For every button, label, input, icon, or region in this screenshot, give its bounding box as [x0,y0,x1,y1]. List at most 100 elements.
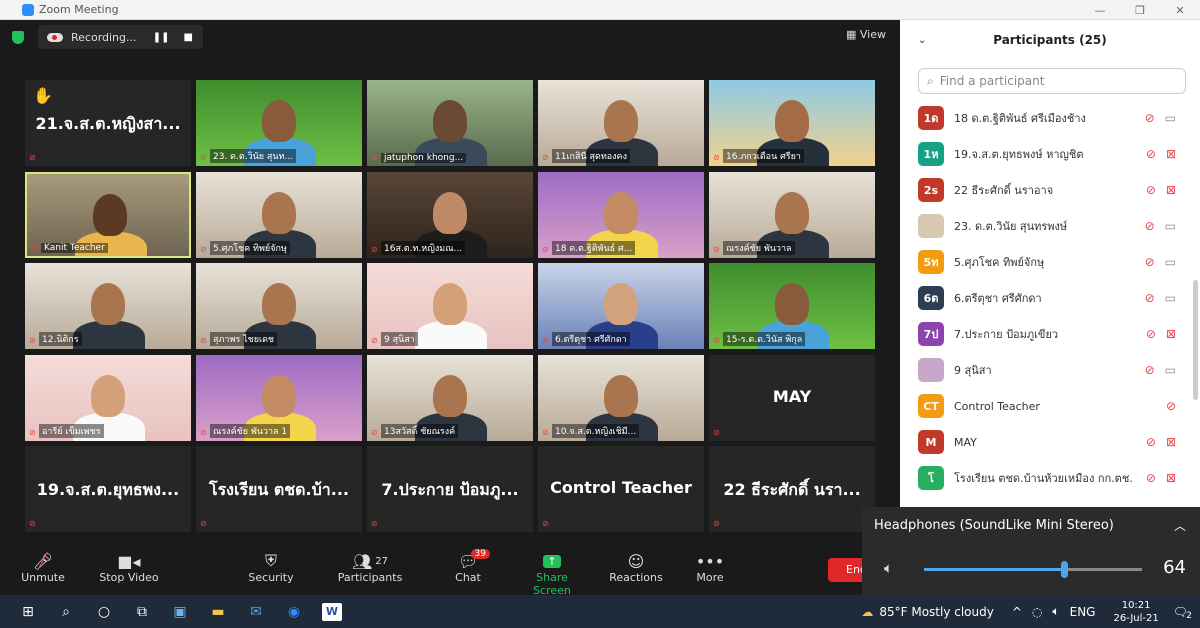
volume-icon[interactable]: 🔈︎ [1052,604,1059,619]
share-screen-button[interactable]: ↑ Share Screen [516,551,588,597]
video-off-icon[interactable]: ⊠ [1166,327,1176,341]
participant-row[interactable]: 23. ด.ต.วินัย สุนทรพงษ์ ⊘ ▭ [900,208,1190,244]
video-tile[interactable]: ⊘ 16ส.ต.ท.หญิงมณ... [367,171,533,258]
video-off-icon[interactable]: ⊠ [1166,183,1176,197]
search-icon[interactable]: ⌕ [56,603,76,621]
participant-row[interactable]: โ โรงเรียน ตชด.บ้านห้วยเหมือง กก.ตช... ⊘ ⊠ [900,460,1190,496]
chevron-down-icon[interactable]: ⌄ [918,35,926,46]
notification-icon[interactable]: 🗨︎ 2 [1173,605,1192,621]
participant-name: Control Teacher [954,399,1040,413]
video-camera-icon[interactable]: ▭ [1165,219,1176,233]
video-tile[interactable]: ⊘ 23. ด.ต.วินัย สุนท... [196,80,362,166]
video-camera-icon[interactable]: ▭ [1165,363,1176,377]
participant-row[interactable]: 6ต 6.ตรีตุชา ศรีศักดา ⊘ ▭ [900,280,1190,316]
participants-button[interactable]: 👥︎ 27 Participants [336,551,404,585]
shield-icon[interactable] [12,31,24,44]
video-tile[interactable]: MAY ⊘ [709,354,875,441]
cortana-icon[interactable]: ○ [94,603,114,621]
store-icon[interactable]: ▣ [170,603,190,621]
participant-row[interactable]: 9 สุนิสา ⊘ ▭ [900,352,1190,388]
muted-mic-icon[interactable]: ⊘ [1145,291,1155,305]
muted-mic-icon[interactable]: ⊘ [1145,363,1155,377]
end-meeting-button[interactable]: End [828,558,864,582]
maximize-button[interactable]: ❐ [1120,0,1160,20]
video-off-icon[interactable]: ⊠ [1166,435,1176,449]
participant-row[interactable]: 5ท 5.ศุภโชค ทิพย์จักษุ ⊘ ▭ [900,244,1190,280]
file-explorer-icon[interactable]: ▬ [208,603,228,621]
more-button[interactable]: ••• More [690,551,730,585]
avatar: โ [918,466,944,490]
windows-start-icon[interactable]: ⊞ [18,603,38,621]
video-off-icon[interactable]: ⊠ [1166,471,1176,485]
video-tile[interactable]: ⊘ 5.ศุภโชค ทิพย์จักษุ [196,171,362,258]
video-tile[interactable]: ⊘ Kanit Teacher [25,171,191,258]
participant-row[interactable]: 1ด 18 ด.ต.ฐิติพันธ์ ศรีเมืองช้าง ⊘ ▭ [900,100,1190,136]
panel-scrollbar[interactable] [1193,280,1198,400]
word-icon[interactable]: W [322,602,342,621]
view-button[interactable]: ▦ View [846,28,886,41]
stop-video-button[interactable]: ■◂ Stop Video [98,551,160,585]
minimize-button[interactable]: — [1080,0,1120,20]
muted-mic-icon[interactable]: ⊘ [1146,327,1156,341]
video-tile[interactable]: ⊘ 18 ด.ต.ฐิติพันธ์ ศ... [538,171,704,258]
participant-row[interactable]: M MAY ⊘ ⊠ [900,424,1190,460]
participant-row[interactable]: 7ป 7.ประกาย ป้อมภูเขียว ⊘ ⊠ [900,316,1190,352]
video-tile[interactable]: ⊘ jatuphon khong... [367,80,533,166]
video-off-icon[interactable]: ⊠ [1166,147,1176,161]
muted-mic-icon[interactable]: ⊘ [1146,471,1156,485]
language-indicator[interactable]: ENG [1070,605,1096,619]
chevron-up-icon[interactable]: ︿ [1174,517,1186,534]
tile-name-label: 5.ศุภโชค ทิพย์จักษุ [210,240,290,255]
video-camera-icon[interactable]: ▭ [1165,291,1176,305]
volume-slider[interactable] [924,561,1142,578]
participant-head [433,374,467,417]
participant-search-input[interactable]: ⌕ Find a participant [918,68,1186,94]
video-tile[interactable]: ⊘ 11เกสินี สุดทองคง [538,80,704,166]
speaker-icon[interactable]: 🔈︎ [884,559,893,577]
unmute-button[interactable]: 🎤︎ ╱ Unmute [18,551,68,585]
muted-mic-icon[interactable]: ⊘ [1145,219,1155,233]
video-tile[interactable]: 7.ประกาย ป้อมภู... ⊘ [367,446,533,532]
video-tile[interactable]: ⊘ อารีย์ เข็มเพชร [25,354,191,441]
video-camera-icon[interactable]: ▭ [1165,255,1176,269]
participant-row[interactable]: 2s 22 ธีระศักดิ์ นราอาจ ⊘ ⊠ [900,172,1190,208]
video-tile[interactable]: ⊘ 12.นิติกร [25,263,191,349]
participant-row[interactable]: CT Control Teacher ⊘ [900,388,1190,424]
reactions-button[interactable]: ☺ Reactions [606,551,666,585]
video-tile[interactable]: ⊘ 13สวัสดิ์ ชัยณรงค์ [367,354,533,441]
video-camera-icon[interactable]: ▭ [1165,111,1176,125]
muted-mic-icon[interactable]: ⊘ [1145,255,1155,269]
weather-text[interactable]: 85°F Mostly cloudy [879,605,994,619]
task-view-icon[interactable]: ⧉ [132,603,152,621]
video-tile[interactable]: ⊘ ณรงค์ชัย พันวาล [709,171,875,258]
video-tile[interactable]: Control Teacher ⊘ [538,446,704,532]
stop-recording-icon[interactable]: ■ [184,32,193,43]
network-icon[interactable]: ◌ [1032,605,1042,619]
muted-mic-icon[interactable]: ⊘ [1146,183,1156,197]
zoom-app-icon[interactable]: ◉ [284,603,304,621]
video-tile[interactable]: ⊘ 6.ตรีตุชา ศรีศักดา [538,263,704,349]
video-tile[interactable]: ⊘ สุภาพร ไชยเดช [196,263,362,349]
video-tile[interactable]: ⊘ 9 สุนิสา [367,263,533,349]
close-button[interactable]: ✕ [1160,0,1200,20]
video-tile[interactable]: 21.จ.ส.ต.หญิงสา... ✋ ⊘ [25,80,191,166]
muted-mic-icon[interactable]: ⊘ [1145,111,1155,125]
video-tile[interactable]: โรงเรียน ตชด.บ้า... ⊘ [196,446,362,532]
video-tile[interactable]: ⊘ ณรงค์ชัย พันวาล 1 [196,354,362,441]
clock[interactable]: 10:21 26-Jul-21 [1113,599,1158,625]
muted-mic-icon[interactable]: ⊘ [1146,147,1156,161]
pause-recording-icon[interactable]: ❚❚ [153,32,170,43]
chat-button[interactable]: 💬︎ 39 Chat [450,549,490,584]
video-tile[interactable]: ⊘ 10.จ.ส.ต.หญิงเชิมี... [538,354,704,441]
participant-row[interactable]: 1ห 19.จ.ส.ต.ยุทธพงษ์ หาญชิต ⊘ ⊠ [900,136,1190,172]
mail-icon[interactable]: ✉ [246,603,266,621]
tray-chevron-icon[interactable]: ^ [1012,605,1022,619]
security-button[interactable]: ⛨ Security [246,551,296,584]
video-tile[interactable]: ⊘ 15-ร.ต.ต.วินัส พิกุล [709,263,875,349]
video-tile[interactable]: 19.จ.ส.ต.ยุทธพง... ⊘ [25,446,191,532]
video-tile[interactable]: ⊘ 16.ภกวเดือน ศรียา [709,80,875,166]
volume-slider-thumb[interactable] [1060,561,1068,578]
muted-mic-icon[interactable]: ⊘ [1146,435,1156,449]
video-tile[interactable]: 22 ธีระศักดิ์ นรา... ⊘ [709,446,875,532]
muted-mic-icon[interactable]: ⊘ [1166,399,1176,413]
